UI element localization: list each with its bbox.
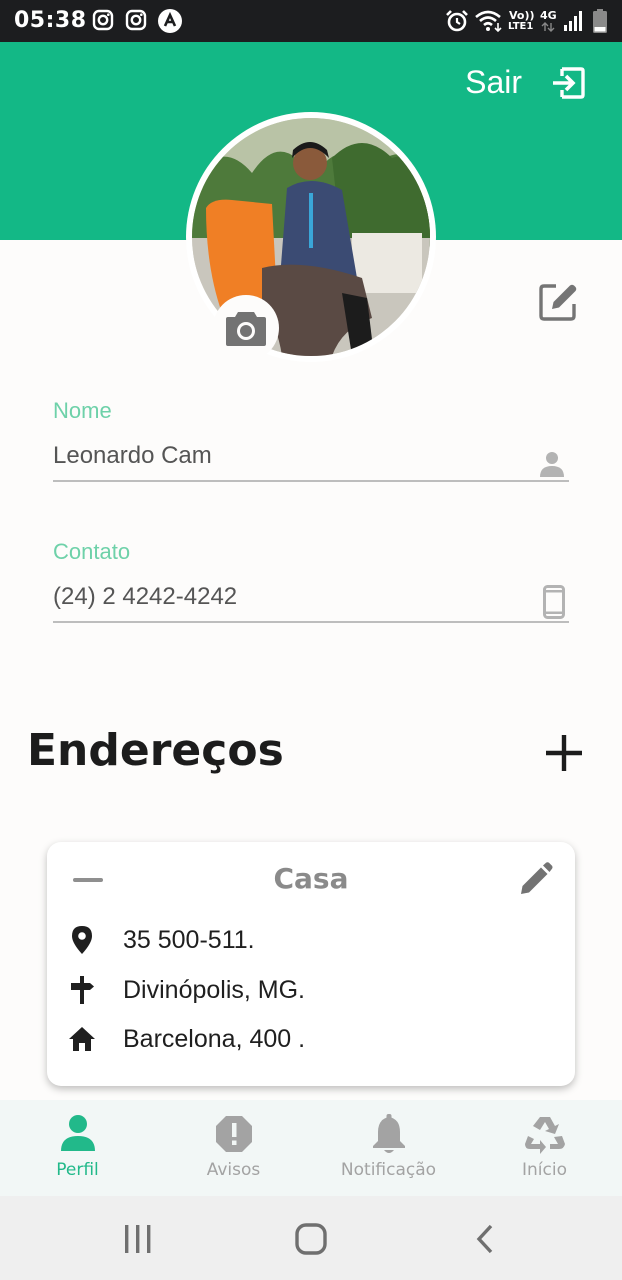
address-cep: 35 500-511. xyxy=(123,925,255,954)
edit-address-button[interactable] xyxy=(519,862,553,901)
bell-icon xyxy=(372,1114,405,1153)
edit-square-icon xyxy=(539,284,577,321)
logout-button[interactable]: Sair xyxy=(465,64,586,101)
address-cep-row: 35 500-511. xyxy=(67,922,255,958)
contact-field: Contato (24) 2 4242-4242 xyxy=(53,539,569,623)
edit-profile-button[interactable] xyxy=(538,282,580,327)
wifi-icon xyxy=(475,10,502,33)
signal-icon xyxy=(564,11,582,31)
address-street-row: Barcelona, 400 . xyxy=(67,1021,305,1057)
logout-label: Sair xyxy=(465,64,522,100)
addresses-title: Endereços xyxy=(27,725,284,776)
contact-value: (24) 2 4242-4242 xyxy=(53,583,238,610)
person-icon xyxy=(60,1115,95,1151)
instagram-icon xyxy=(92,9,114,31)
address-city-row: Divinópolis, MG. xyxy=(67,972,305,1008)
tab-notificacao[interactable]: Notificação xyxy=(311,1100,466,1196)
name-value: Leonardo Cam xyxy=(53,442,212,469)
address-card: Casa 35 500-511. Divinópolis, MG. Barcel… xyxy=(47,842,575,1086)
contact-input[interactable]: (24) 2 4242-4242 xyxy=(53,573,569,623)
map-pin-icon xyxy=(72,926,92,954)
tab-avisos-label: Avisos xyxy=(206,1160,261,1180)
name-field: Nome Leonardo Cam xyxy=(53,398,569,482)
recycle-icon xyxy=(524,1117,565,1154)
home-button-icon[interactable] xyxy=(295,1223,327,1255)
logout-icon xyxy=(553,66,585,99)
tab-inicio-label: Início xyxy=(522,1160,567,1180)
tab-avisos[interactable]: Avisos xyxy=(156,1100,311,1196)
bottom-navigation: Perfil Avisos Notificação Início xyxy=(0,1100,622,1196)
name-label: Nome xyxy=(53,398,112,423)
lte-indicator: LTE1 xyxy=(508,21,534,32)
instagram-icon xyxy=(125,9,147,31)
camera-icon xyxy=(226,312,266,346)
pencil-icon xyxy=(521,862,553,894)
network-type: 4G xyxy=(540,9,557,22)
arrow-app-icon xyxy=(158,9,182,33)
person-icon xyxy=(540,452,564,477)
status-bar: 05:38 Vo)) LTE1 4G xyxy=(0,0,622,42)
data-arrows-icon xyxy=(541,22,555,32)
alarm-icon xyxy=(446,10,468,32)
home-icon xyxy=(69,1027,95,1051)
address-city: Divinópolis, MG. xyxy=(123,975,305,1004)
add-address-button[interactable] xyxy=(543,732,585,779)
address-street: Barcelona, 400 . xyxy=(123,1024,306,1053)
address-card-title: Casa xyxy=(273,862,349,895)
status-time: 05:38 xyxy=(14,8,87,33)
system-navigation-bar xyxy=(0,1196,622,1280)
alert-octagon-icon xyxy=(215,1116,252,1152)
profile-screen: 05:38 Vo)) LTE1 4G Sair Nome Leonardo Ca… xyxy=(0,0,622,1280)
change-photo-button[interactable] xyxy=(213,295,279,361)
signpost-icon xyxy=(71,976,94,1004)
tab-perfil-label: Perfil xyxy=(56,1160,99,1180)
plus-icon xyxy=(546,735,582,771)
battery-icon xyxy=(593,9,607,33)
name-input[interactable]: Leonardo Cam xyxy=(53,432,569,482)
contact-label: Contato xyxy=(53,539,131,564)
recent-apps-icon[interactable] xyxy=(122,1224,154,1254)
back-icon[interactable] xyxy=(474,1224,496,1254)
phone-icon xyxy=(543,585,565,619)
tab-perfil[interactable]: Perfil xyxy=(0,1100,155,1196)
tab-inicio[interactable]: Início xyxy=(467,1100,622,1196)
tab-notificacao-label: Notificação xyxy=(340,1160,437,1180)
